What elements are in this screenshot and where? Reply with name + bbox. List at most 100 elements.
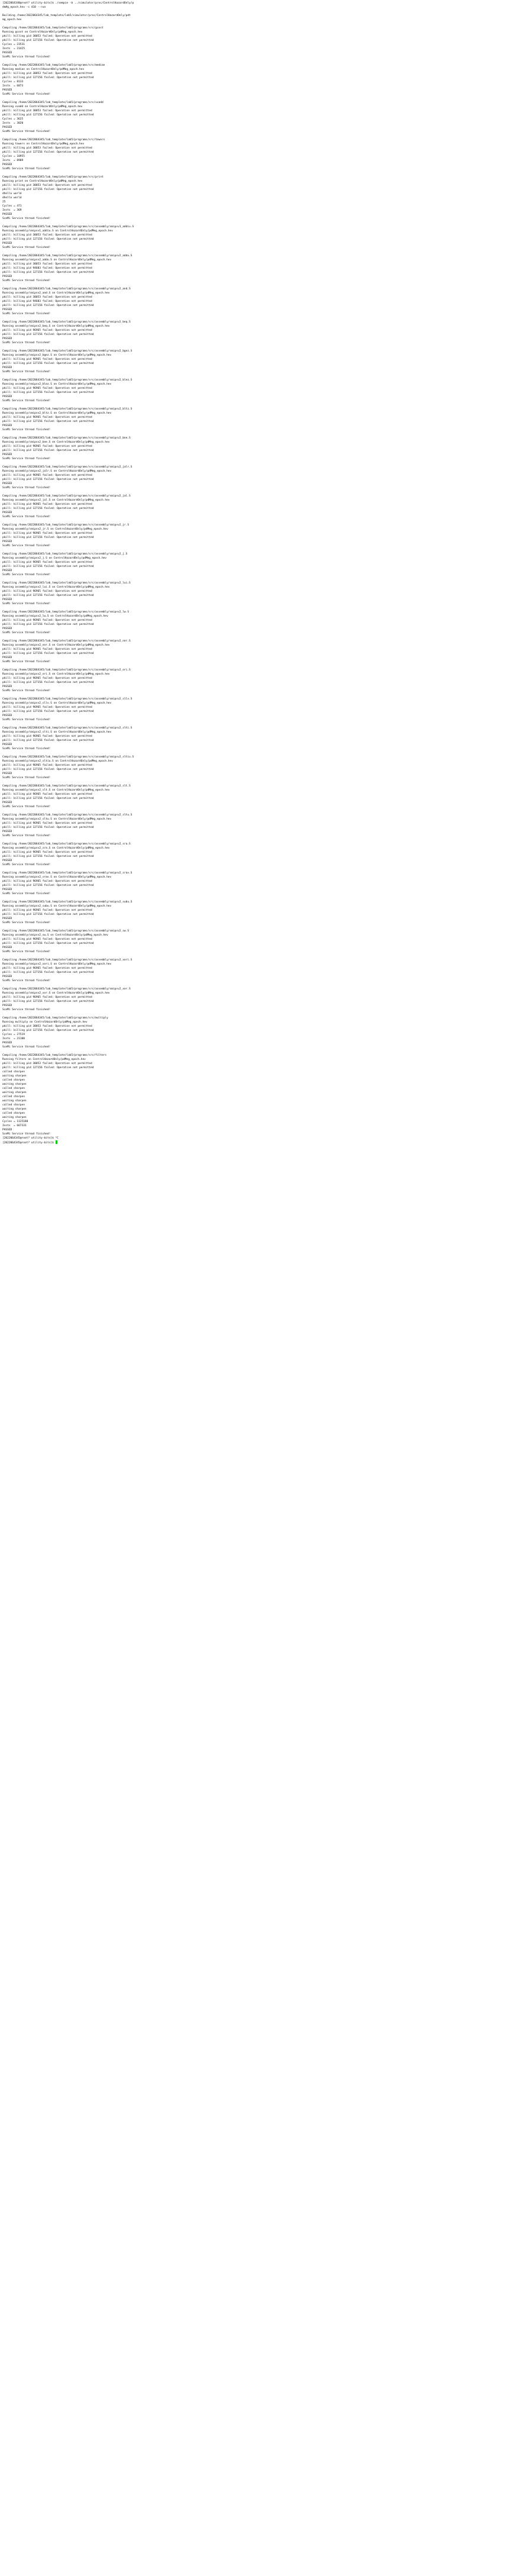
terminal-line-text: pkill: killing pid 127156 failed: Operat…	[2, 391, 94, 394]
terminal-line-text: pkill: killing pid 127156 failed: Operat…	[2, 710, 94, 713]
terminal-line-text: waiting sharpen	[2, 1108, 27, 1111]
terminal-line: Running assembly/smipsv2_addu.S on Contr…	[2, 258, 522, 262]
terminal-line-text: [2022064345@root? utility-bits]$	[2, 1142, 56, 1144]
terminal-line-text: pkill: killing pid 30053 failed: Operati…	[2, 1062, 92, 1065]
terminal-line-text: Running assembly/smipsv2_jal.S on Contro…	[2, 499, 110, 502]
terminal-line: pkill: killing pid 127156 failed: Operat…	[2, 237, 522, 241]
terminal-line: Cycles = 10955	[2, 154, 522, 159]
terminal-line: PASSED	[2, 859, 522, 863]
terminal-line-text: PASSED	[2, 656, 12, 659]
terminal-line: pkill: killing pid 94603 failed: Operati…	[2, 299, 522, 304]
terminal-line-text: pkill: killing pid 96965 failed: Operati…	[2, 851, 92, 854]
terminal-line: pkill: killing pid 30053 failed: Operati…	[2, 72, 522, 76]
terminal-line-text: Running assembly/smipsv2_xor.S on Contro…	[2, 992, 110, 995]
terminal-line-text: pkill: killing pid 127156 failed: Operat…	[2, 188, 94, 191]
terminal-line-text: Running assembly/smipsv2_blez.S on Contr…	[2, 383, 112, 386]
terminal-line-text: Compiling /home/2022064345/lab_template/…	[2, 872, 132, 875]
terminal-line: pkill: killing pid 96965 failed: Operati…	[2, 386, 522, 391]
terminal-line: pkill: killing pid 96965 failed: Operati…	[2, 415, 522, 420]
terminal-line-text: SceMi Service thread finished!	[2, 863, 51, 866]
terminal-line-text: pkill: killing pid 94603 failed: Operati…	[2, 300, 92, 303]
terminal-line: Running assembly/smipsv2_jal.S on Contro…	[2, 498, 522, 502]
terminal-line: 25	[2, 200, 522, 204]
terminal-line-text: pkill: killing pid 127156 failed: Operat…	[2, 594, 94, 597]
terminal-line-text: pkill: killing pid 127156 failed: Operat…	[2, 333, 94, 336]
terminal-line-text: PASSED	[2, 163, 12, 166]
terminal-line: pkill: killing pid 127156 failed: Operat…	[2, 507, 522, 511]
terminal-line-text: Running assembly/smipsv2_sra.S on Contro…	[2, 847, 110, 850]
terminal-line: pkill: killing pid 30053 failed: Operati…	[2, 183, 522, 188]
terminal-line: Insts = 3020	[2, 121, 522, 125]
terminal-line-text: Running assembly/smipsv2_jr.S on Control…	[2, 528, 108, 531]
terminal-line-text: SceMi Service thread finished!	[2, 167, 51, 170]
terminal-line: Running assembly/smipsv2_srav.S on Contr…	[2, 875, 522, 879]
terminal-line: Compiling /home/2022064345/lab_template/…	[2, 523, 522, 527]
terminal-line: Running towers on ControlHazardOnly/pdMe…	[2, 142, 522, 146]
terminal-line: pkill: killing pid 127156 failed: Operat…	[2, 739, 522, 743]
terminal-line-text: pkill: killing pid 96965 failed: Operati…	[2, 967, 92, 970]
terminal-line-text: Compiling /home/2022064345/lab_template/…	[2, 1054, 107, 1057]
terminal-line: Running assembly/smipsv2_nor.S on Contro…	[2, 643, 522, 647]
terminal-line: Compiling /home/2022064345/lab_template/…	[2, 254, 522, 258]
terminal-line: pkill: killing pid 127156 failed: Operat…	[2, 768, 522, 772]
terminal-line-text: PASSED	[2, 714, 12, 717]
terminal-line-text: Running assembly/smipsv2_bltz.S on Contr…	[2, 412, 112, 415]
terminal-line-text: Running assembly/smipsv2_ori.S on Contro…	[2, 673, 110, 676]
terminal-line-text: pkill: killing pid 127156 failed: Operat…	[2, 565, 94, 568]
terminal-line-text: SceMi Service thread finished!	[2, 130, 51, 133]
terminal-line: PASSED	[2, 540, 522, 544]
terminal-window[interactable]: [2022064348@root? utility-bits]$ ./sempi…	[0, 0, 524, 2576]
terminal-line-text: pkill: killing pid 127156 failed: Operat…	[2, 238, 94, 241]
terminal-line: pkill: killing pid 96965 failed: Operati…	[2, 821, 522, 826]
terminal-line: Insts = 369	[2, 208, 522, 212]
terminal-line-text: PASSED	[2, 453, 12, 456]
terminal-line: Compiling /home/2022064345/lab_template/…	[2, 958, 522, 962]
terminal-line: Running assembly/smipsv2_slti.S on Contr…	[2, 730, 522, 734]
terminal-line-text: PASSED	[2, 685, 12, 688]
terminal-line-text: pkill: killing pid 96965 failed: Operati…	[2, 677, 92, 680]
terminal-line-text: pkill: killing pid 127156 failed: Operat…	[2, 942, 94, 945]
terminal-line-text: waiting sharpen	[2, 1116, 27, 1119]
terminal-line: Compiling /home/2022064345/lab_template/…	[2, 842, 522, 846]
terminal-line: SceMi Service thread finished!	[2, 979, 522, 983]
terminal-line: Cycles = 3625	[2, 117, 522, 121]
terminal-line-text: SceMi Service thread finished!	[2, 93, 51, 96]
terminal-line: PASSED	[2, 482, 522, 486]
terminal-line-text: Compiling /home/2022064345/lab_template/…	[2, 321, 131, 324]
terminal-line: PASSED	[2, 801, 522, 805]
terminal-line: pkill: killing pid 127156 failed: Operat…	[2, 710, 522, 714]
terminal-line-text: Running gcost on ControlHazardOnly/pdMeg…	[2, 31, 83, 34]
terminal-line: pkill: killing pid 96965 failed: Operati…	[2, 531, 522, 536]
terminal-line: pkill: killing pid 96965 failed: Operati…	[2, 763, 522, 768]
terminal-line-text: pkill: killing pid 127156 failed: Operat…	[2, 151, 94, 154]
terminal-line: pkill: killing pid 127156 failed: Operat…	[2, 565, 522, 569]
terminal-line: SceMi Service thread finished!	[2, 399, 522, 403]
terminal-line: Running vvadd on ControlHazardOnly/pdMeg…	[2, 105, 522, 109]
terminal-line: pkill: killing pid 30053 failed: Operati…	[2, 146, 522, 150]
terminal-line-text: SceMi Service thread finished!	[2, 56, 51, 59]
terminal-line: Running print on ControlHazardOnly/pdMeg…	[2, 179, 522, 183]
terminal-line-text: PASSED	[2, 598, 12, 601]
terminal-line: SceMi Service thread finished!	[2, 428, 522, 432]
terminal-line: SceMi Service thread finished!	[2, 1045, 522, 1049]
terminal-line: Compiling /home/2022064345/lab_template/…	[2, 465, 522, 469]
terminal-line-text: SceMi Service thread finished!	[2, 515, 51, 518]
terminal-line-text: [2022064348@root? utility-bits]$ ./sempi…	[2, 2, 134, 5]
terminal-line: pkill: killing pid 127156 failed: Operat…	[2, 270, 522, 275]
terminal-line: SceMi Service thread finished!	[2, 660, 522, 664]
terminal-line: SceMi Service thread finished!	[2, 892, 522, 896]
terminal-line-text: Compiling /home/2022064345/lab_template/…	[2, 1017, 108, 1020]
terminal-line-text: Running assembly/smipsv2_beq.S on Contro…	[2, 325, 110, 328]
terminal-line-text: Insts = 21425	[2, 47, 25, 50]
terminal-line: SceMi Service thread finished!	[2, 457, 522, 461]
terminal-line: SceMi Service thread finished!	[2, 747, 522, 751]
terminal-line-text: PASSED	[2, 917, 12, 920]
terminal-line: pkill: killing pid 127156 failed: Operat…	[2, 150, 522, 154]
terminal-line-text: pkill: killing pid 96965 failed: Operati…	[2, 996, 92, 999]
